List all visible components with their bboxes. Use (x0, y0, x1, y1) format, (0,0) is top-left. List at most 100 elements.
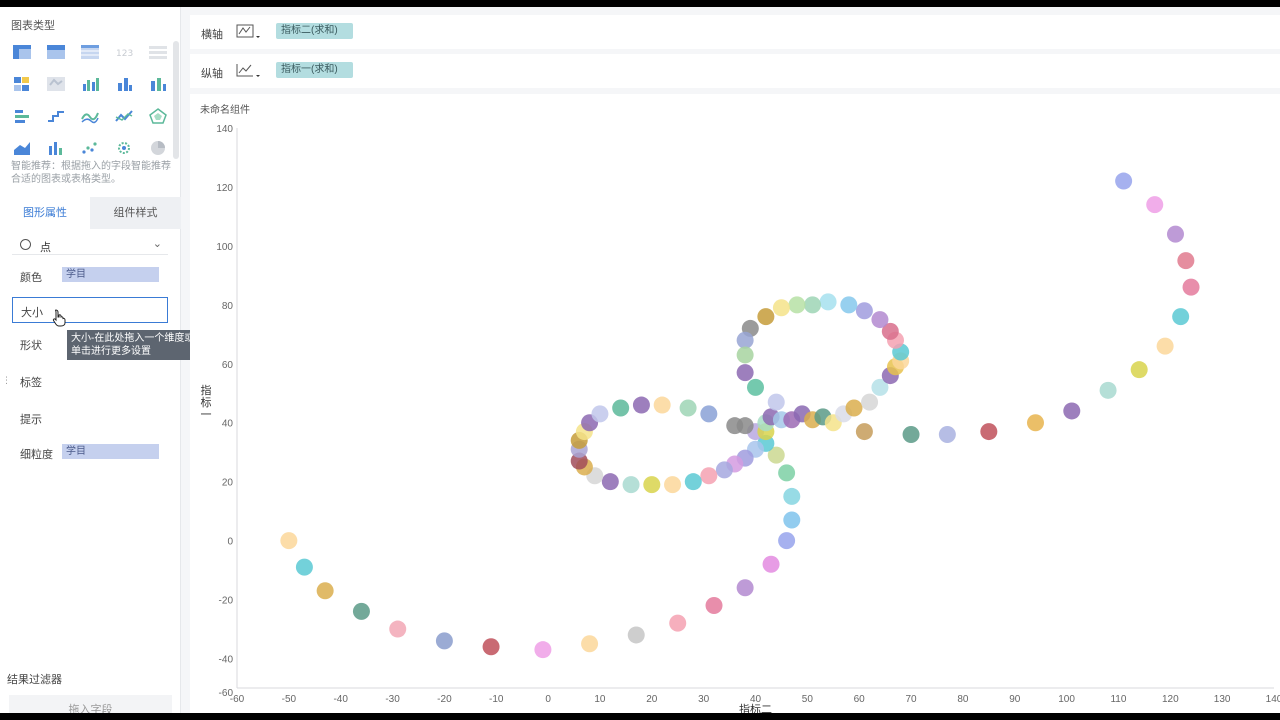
scatter-point[interactable] (861, 393, 879, 411)
scatter-point[interactable] (700, 405, 718, 423)
scatter-point[interactable] (435, 632, 453, 650)
scatter-point[interactable] (280, 532, 298, 550)
scatter-chart-icon[interactable] (80, 139, 100, 157)
combo-bar-icon[interactable] (46, 139, 66, 157)
y-axis-field-pill[interactable]: 指标一(求和) (276, 62, 353, 78)
scatter-point[interactable] (736, 346, 754, 364)
color-field-pill[interactable]: 学目 (62, 267, 159, 282)
filter-drop-zone[interactable]: 拖入字段 (9, 695, 172, 713)
granularity-property-row[interactable]: 细粒度 学目 (12, 440, 168, 466)
pie-chart-icon[interactable] (148, 139, 168, 157)
mark-type-select[interactable]: 点 ⌄ (12, 237, 168, 255)
scatter-point[interactable] (534, 641, 552, 659)
scatter-point[interactable] (855, 423, 873, 441)
scatter-point[interactable] (736, 364, 754, 382)
scatter-point[interactable] (700, 467, 718, 485)
stacked-bar-icon[interactable] (148, 75, 168, 93)
tooltip-property-row[interactable]: 提示 (12, 405, 168, 431)
scatter-point[interactable] (840, 296, 858, 314)
scatter-point[interactable] (664, 476, 682, 494)
scatter-point[interactable] (601, 473, 619, 491)
scatter-point[interactable] (1099, 381, 1117, 399)
scatter-point[interactable] (747, 378, 764, 396)
step-line-icon[interactable] (46, 107, 66, 125)
scatter-point[interactable] (705, 596, 723, 614)
scatter-point[interactable] (679, 399, 697, 417)
scatter-point[interactable] (581, 635, 599, 653)
scatter-point[interactable] (855, 302, 873, 320)
granularity-field-pill[interactable]: 学目 (62, 444, 159, 459)
scatter-point[interactable] (778, 532, 796, 550)
tab-graphic-properties[interactable]: 图形属性 (0, 197, 90, 229)
scatter-point[interactable] (1130, 361, 1148, 379)
scatter-point[interactable] (757, 308, 775, 326)
map-icon[interactable] (46, 75, 66, 93)
grouped-bar-icon[interactable] (80, 75, 100, 93)
scatter-point[interactable] (1177, 252, 1195, 270)
scatter-point[interactable] (632, 396, 650, 414)
scatter-point[interactable] (1115, 172, 1133, 190)
label-property-row[interactable]: 标签 (12, 368, 168, 394)
area-chart-icon[interactable] (12, 139, 32, 157)
scatter-point[interactable] (612, 399, 630, 417)
scatter-point[interactable] (1172, 308, 1190, 326)
scatter-point[interactable] (788, 296, 806, 314)
scatter-point[interactable] (1156, 337, 1174, 355)
chart-type-scrollbar[interactable] (173, 41, 179, 159)
detail-table-icon[interactable] (80, 43, 100, 61)
group-table-icon[interactable] (46, 43, 66, 61)
scatter-point[interactable] (1182, 278, 1200, 296)
scatter-point[interactable] (1166, 225, 1184, 243)
scatter-point[interactable] (980, 423, 998, 441)
bar-chart-icon[interactable] (114, 75, 134, 93)
scatter-point[interactable] (736, 417, 754, 435)
tab-component-style[interactable]: 组件样式 (90, 197, 181, 229)
scatter-point[interactable] (591, 405, 609, 423)
bubble-chart-icon[interactable] (114, 139, 134, 157)
scatter-point[interactable] (804, 296, 822, 314)
kpi-number-icon[interactable]: 123 (114, 43, 134, 61)
scatter-point[interactable] (778, 464, 796, 482)
scatter-point[interactable] (1063, 402, 1081, 420)
scatter-point[interactable] (819, 293, 837, 311)
scatter-point[interactable] (627, 626, 645, 644)
cross-table-icon[interactable] (12, 43, 32, 61)
scatter-point[interactable] (669, 614, 687, 632)
scatter-point[interactable] (783, 487, 801, 505)
scatter-point[interactable] (938, 426, 956, 444)
trend-line-icon[interactable] (114, 107, 134, 125)
app-frame: 图表类型 123 智能推荐：根据拖入的字段智能推荐合适的图表或表格类型。 图形属… (0, 7, 1280, 713)
scatter-point[interactable] (1026, 414, 1044, 432)
size-property-row[interactable]: 大小 (12, 297, 168, 323)
heat-grid-icon[interactable] (12, 75, 32, 93)
scatter-point[interactable] (767, 393, 785, 411)
scatter-point[interactable] (1146, 196, 1164, 214)
scatter-point[interactable] (643, 476, 661, 494)
x-axis-field-pill[interactable]: 指标二(求和) (276, 23, 353, 39)
horizontal-bar-icon[interactable] (12, 107, 32, 125)
drag-handle-icon[interactable]: ⋮ (2, 375, 11, 386)
text-list-icon[interactable] (148, 43, 168, 61)
scatter-point[interactable] (352, 602, 370, 620)
scatter-point[interactable] (902, 426, 920, 444)
scatter-point[interactable] (772, 299, 790, 317)
scatter-point[interactable] (653, 396, 671, 414)
x-axis-type-icon[interactable] (235, 22, 263, 42)
scatter-point[interactable] (295, 558, 313, 576)
scatter-point[interactable] (389, 620, 407, 638)
scatter-point[interactable] (736, 579, 754, 597)
scatter-point[interactable] (845, 399, 863, 417)
scatter-point[interactable] (871, 311, 889, 329)
scatter-point[interactable] (316, 582, 334, 600)
scatter-point[interactable] (762, 555, 780, 573)
scatter-point[interactable] (482, 638, 500, 656)
scatter-point[interactable] (736, 331, 754, 349)
radar-chart-icon[interactable] (148, 107, 168, 125)
scatter-point[interactable] (684, 473, 702, 491)
y-axis-type-icon[interactable] (235, 61, 263, 81)
scatter-point[interactable] (783, 511, 801, 529)
scatter-point[interactable] (622, 476, 640, 494)
scatter-point[interactable] (715, 461, 733, 479)
line-chart-icon[interactable] (80, 107, 100, 125)
color-property-row[interactable]: 颜色 学目 (12, 263, 168, 289)
